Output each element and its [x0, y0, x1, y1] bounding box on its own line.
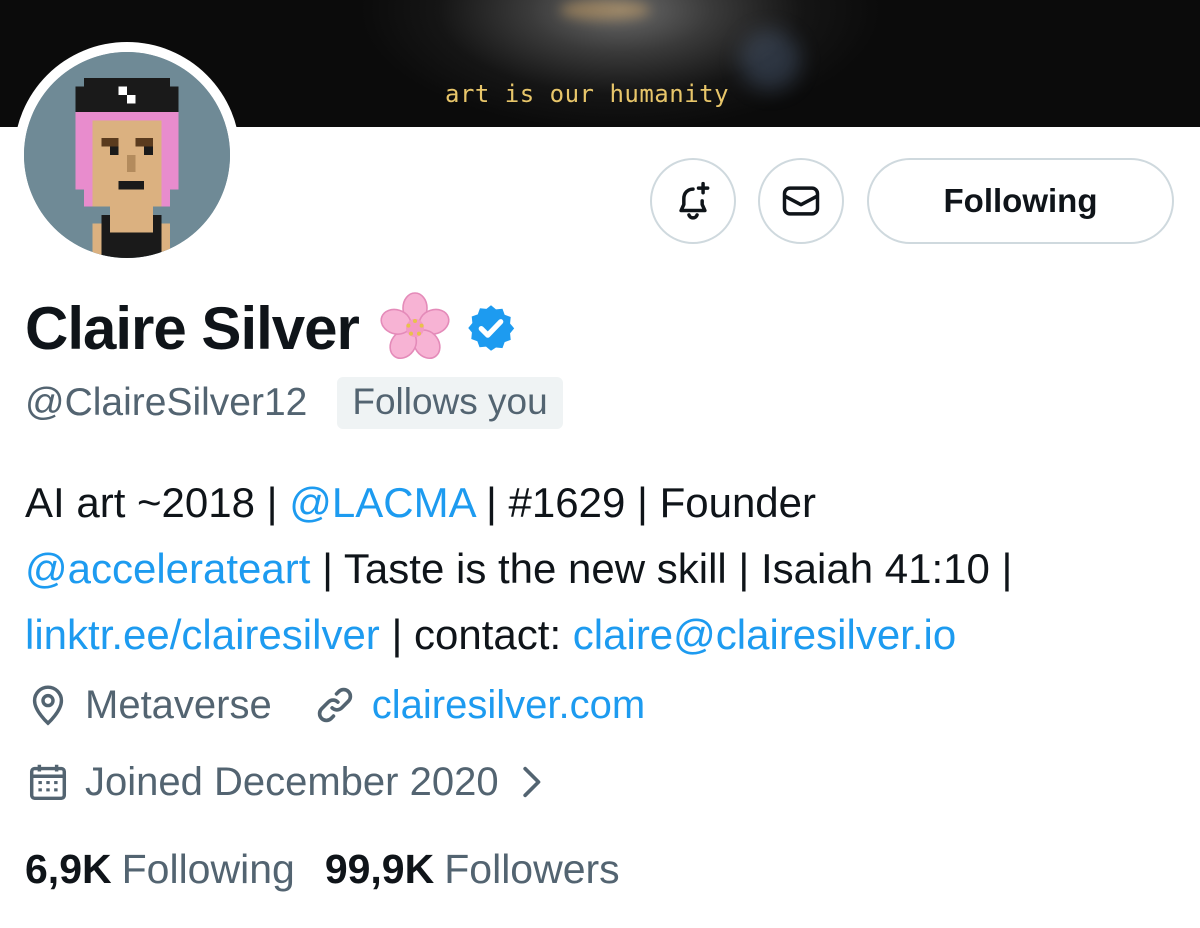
bio-text: | Taste is the new skill | Isaiah 41:10 …: [310, 545, 1013, 592]
handle-row: @ClaireSilver12 Follows you: [25, 377, 563, 429]
message-button[interactable]: [758, 158, 844, 244]
follows-you-badge: Follows you: [337, 377, 563, 429]
notifications-button[interactable]: [650, 158, 736, 244]
profile-joined-date: Joined December 2020: [85, 759, 499, 804]
bio-text: | contact:: [379, 611, 573, 658]
cherry-blossom-icon: [380, 292, 450, 360]
profile-name-row: Claire Silver: [25, 292, 517, 364]
following-stat[interactable]: 6,9K Following: [25, 846, 295, 893]
followers-count: 99,9K: [324, 846, 435, 892]
followers-stat[interactable]: 99,9K Followers: [325, 846, 620, 893]
followers-label: Followers: [444, 846, 620, 892]
verified-badge-icon[interactable]: [465, 302, 517, 354]
bio-mention-accelerateart[interactable]: @accelerateart: [25, 545, 310, 592]
banner-caption: art is our humanity: [445, 80, 730, 108]
profile-name: Claire Silver: [25, 294, 360, 362]
calendar-icon: [29, 764, 67, 801]
following-count: 6,9K: [25, 846, 112, 892]
profile-joined-row[interactable]: Joined December 2020: [25, 759, 551, 805]
profile-handle: @ClaireSilver12: [25, 381, 308, 424]
bio-text: AI art ~2018 |: [25, 479, 290, 526]
profile-meta-row: Metaverse clairesilver.com: [25, 682, 645, 728]
profile-website-link[interactable]: clairesilver.com: [372, 683, 645, 728]
bio-link-linktree[interactable]: linktr.ee/clairesilver: [25, 611, 380, 658]
bio-text: | #1629 | Founder: [474, 479, 817, 526]
bio-mention-lacma[interactable]: @LACMA: [289, 479, 474, 526]
profile-bio: AI art ~2018 | @LACMA | #1629 | Founder …: [25, 470, 1195, 668]
avatar-image: [24, 52, 230, 258]
bio-email-link[interactable]: claire@clairesilver.io: [573, 611, 956, 658]
avatar[interactable]: [14, 42, 240, 268]
bell-plus-icon: [679, 181, 710, 220]
banner-highlight: [740, 30, 800, 90]
chevron-right-icon: [522, 766, 540, 798]
banner-highlight: [560, 0, 650, 20]
location-pin-icon: [32, 685, 64, 726]
link-icon: [317, 687, 352, 723]
profile-stats: 6,9K Following 99,9K Followers: [25, 846, 620, 893]
profile-location: Metaverse: [85, 682, 272, 727]
envelope-icon: [782, 186, 820, 216]
following-button[interactable]: Following: [867, 158, 1174, 244]
following-label: Following: [121, 846, 295, 892]
